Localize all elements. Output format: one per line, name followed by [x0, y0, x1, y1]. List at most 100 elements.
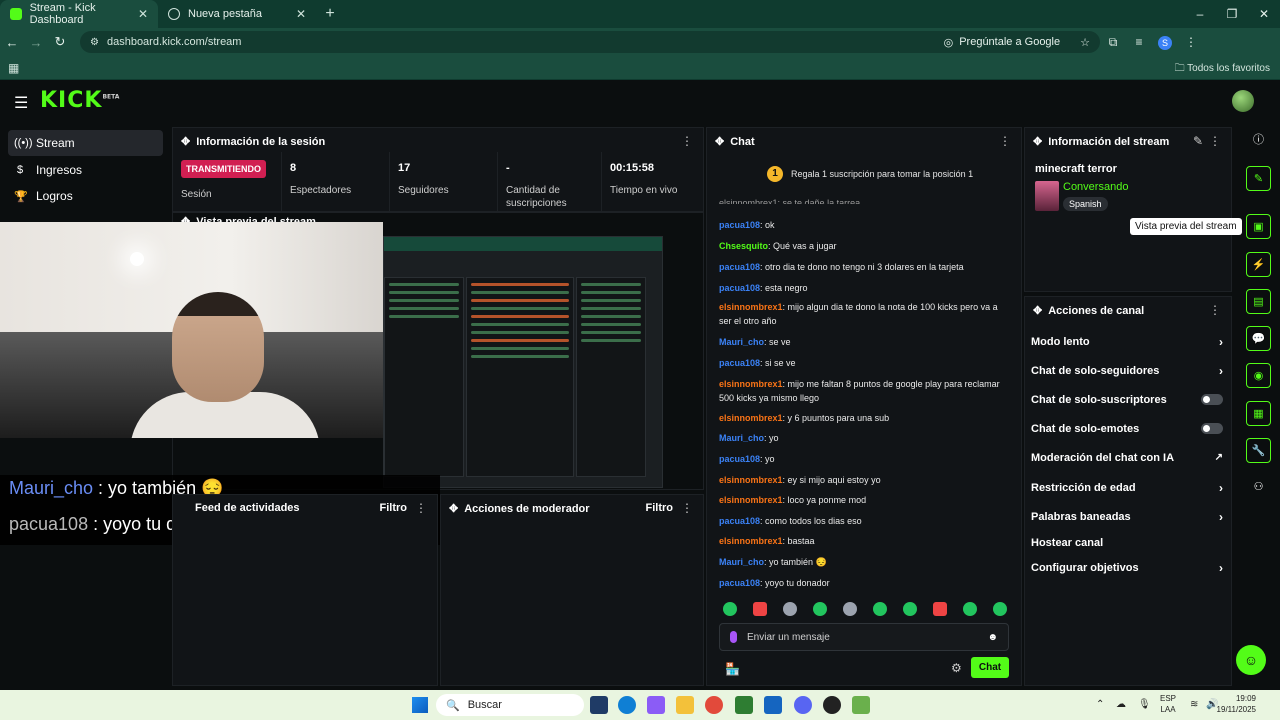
- chevron-right-icon[interactable]: ›: [1219, 561, 1223, 575]
- close-window-icon[interactable]: ✕: [1248, 0, 1280, 28]
- grip-icon[interactable]: ✥: [449, 502, 458, 515]
- preview-icon[interactable]: ▣: [1246, 214, 1271, 239]
- close-icon[interactable]: ✕: [138, 7, 148, 21]
- chevron-right-icon[interactable]: ›: [1219, 510, 1223, 524]
- emote-icon[interactable]: [843, 602, 857, 616]
- more-options-icon[interactable]: ⋮: [415, 501, 427, 515]
- pencil-icon[interactable]: ✎: [1193, 134, 1203, 148]
- emote-icon[interactable]: [993, 602, 1007, 616]
- channel-action-row[interactable]: Chat de solo-emotes: [1031, 423, 1227, 435]
- info-icon[interactable]: ⓘ: [1246, 128, 1271, 153]
- profile-avatar[interactable]: S: [1152, 35, 1178, 50]
- forward-icon[interactable]: →: [24, 35, 48, 50]
- clock[interactable]: 19:09 19/11/2025: [1217, 693, 1256, 715]
- chat-username[interactable]: pacua108: [719, 262, 760, 272]
- discord-icon[interactable]: [794, 696, 812, 714]
- menu-icon[interactable]: ☰: [14, 93, 28, 113]
- support-icon[interactable]: ☺: [1236, 645, 1266, 675]
- emote-icon[interactable]: [753, 602, 767, 616]
- keyboard-language[interactable]: ESP LAA: [1160, 693, 1176, 715]
- chat-username[interactable]: elsinnombrex1: [719, 413, 783, 423]
- cloud-icon[interactable]: ☁: [1116, 699, 1126, 710]
- chat-username[interactable]: elsinnombrex1: [719, 495, 783, 505]
- emote-icon[interactable]: [783, 602, 797, 616]
- emoji-icon[interactable]: ☻: [987, 632, 998, 643]
- more-options-icon[interactable]: ⋮: [999, 134, 1011, 148]
- channel-action-row[interactable]: Hostear canal: [1031, 537, 1227, 549]
- chevron-up-icon[interactable]: ⌃: [1096, 699, 1104, 710]
- filter-button[interactable]: Filtro: [646, 502, 674, 514]
- copilot-icon[interactable]: [647, 696, 665, 714]
- chevron-right-icon[interactable]: ›: [1219, 335, 1223, 349]
- reload-icon[interactable]: ↻: [48, 34, 72, 50]
- chat-username[interactable]: elsinnombrex1: [719, 536, 783, 546]
- taskbar-search[interactable]: 🔍 Buscar: [436, 694, 584, 716]
- channel-action-row[interactable]: Palabras baneadas ›: [1031, 510, 1227, 524]
- maximize-icon[interactable]: ❐: [1216, 0, 1248, 28]
- vscode-icon[interactable]: [590, 696, 608, 714]
- edge-icon[interactable]: [618, 696, 636, 714]
- close-icon[interactable]: ✕: [296, 7, 306, 21]
- sidebar-item-stream[interactable]: ((•)) Stream: [8, 130, 163, 156]
- channel-action-row[interactable]: Chat de solo-suscriptores: [1031, 394, 1227, 406]
- more-options-icon[interactable]: ⋮: [681, 501, 693, 515]
- channel-action-row[interactable]: Moderación del chat con IA ↗: [1031, 452, 1227, 464]
- back-icon[interactable]: ←: [0, 35, 24, 50]
- emote-icon[interactable]: [903, 602, 917, 616]
- game-icon[interactable]: [852, 696, 870, 714]
- wrench-icon[interactable]: 🔧: [1246, 438, 1271, 463]
- toggle-switch[interactable]: [1201, 394, 1223, 405]
- chat-username[interactable]: Mauri_cho: [719, 433, 764, 443]
- chat-username[interactable]: pacua108: [719, 283, 760, 293]
- chat-username[interactable]: pacua108: [719, 516, 760, 526]
- obs-icon[interactable]: [823, 696, 841, 714]
- reading-list-icon[interactable]: ≡: [1126, 35, 1152, 49]
- chat-username[interactable]: Mauri_cho: [719, 337, 764, 347]
- mic-icon[interactable]: [730, 631, 737, 643]
- chat-username[interactable]: Mauri_cho: [719, 557, 764, 567]
- minecraft-icon[interactable]: [735, 696, 753, 714]
- more-options-icon[interactable]: ⋮: [1209, 134, 1221, 148]
- emote-icon[interactable]: [933, 602, 947, 616]
- more-options-icon[interactable]: ⋮: [1209, 303, 1221, 317]
- chat-username[interactable]: pacua108: [719, 220, 760, 230]
- emote-icon[interactable]: [813, 602, 827, 616]
- chat-username[interactable]: pacua108: [719, 358, 760, 368]
- windows-start-icon[interactable]: [412, 697, 428, 713]
- pencil-icon[interactable]: ✎: [1246, 166, 1271, 191]
- send-chat-button[interactable]: Chat: [971, 657, 1009, 678]
- minimize-icon[interactable]: –: [1184, 0, 1216, 28]
- emote-icon[interactable]: [723, 602, 737, 616]
- chevron-right-icon[interactable]: ›: [1219, 481, 1223, 495]
- channel-action-row[interactable]: Chat de solo-seguidores ›: [1031, 364, 1227, 378]
- apps-grid-icon[interactable]: ▦: [8, 61, 19, 75]
- sidebar-item-logros[interactable]: 🏆 Logros: [8, 183, 163, 209]
- emote-icon[interactable]: [963, 602, 977, 616]
- chat-username[interactable]: elsinnombrex1: [719, 475, 783, 485]
- document-icon[interactable]: ▤: [1246, 289, 1271, 314]
- more-menu-icon[interactable]: ⋮: [1178, 35, 1204, 49]
- chat-username[interactable]: elsinnombrex1: [719, 379, 783, 389]
- grip-icon[interactable]: ✥: [1033, 135, 1042, 148]
- pinned-gift-banner[interactable]: 1 Regala 1 suscripción para tomar la pos…: [767, 166, 973, 182]
- url-input[interactable]: ⚙ dashboard.kick.com/stream ◎ Pregúntale…: [80, 31, 1100, 53]
- chevron-right-icon[interactable]: ›: [1219, 364, 1223, 378]
- tab-new[interactable]: Nueva pestaña ✕: [158, 0, 316, 28]
- broadcast-icon[interactable]: ◉: [1246, 363, 1271, 388]
- new-tab-button[interactable]: +: [316, 5, 344, 23]
- chat-username[interactable]: elsinnombrex1: [719, 302, 783, 312]
- extensions-icon[interactable]: ⧉: [1100, 35, 1126, 50]
- gear-icon[interactable]: ⚙: [951, 661, 962, 675]
- channel-action-row[interactable]: Restricción de edad ›: [1031, 481, 1227, 495]
- kick-logo[interactable]: KICKBETA: [40, 88, 119, 113]
- channel-action-row[interactable]: Modo lento ›: [1031, 335, 1227, 349]
- sidebar-item-ingresos[interactable]: $ Ingresos: [8, 157, 163, 183]
- toggle-switch[interactable]: [1201, 423, 1223, 434]
- grip-icon[interactable]: ✥: [181, 135, 190, 148]
- chat-username[interactable]: pacua108: [719, 454, 760, 464]
- grip-icon[interactable]: ✥: [1033, 304, 1042, 317]
- chat-message-input[interactable]: Enviar un mensaje ☻: [719, 623, 1009, 651]
- site-settings-icon[interactable]: ⚙: [90, 37, 99, 48]
- external-link-icon[interactable]: ↗: [1215, 452, 1223, 463]
- grip-icon[interactable]: ✥: [715, 135, 724, 148]
